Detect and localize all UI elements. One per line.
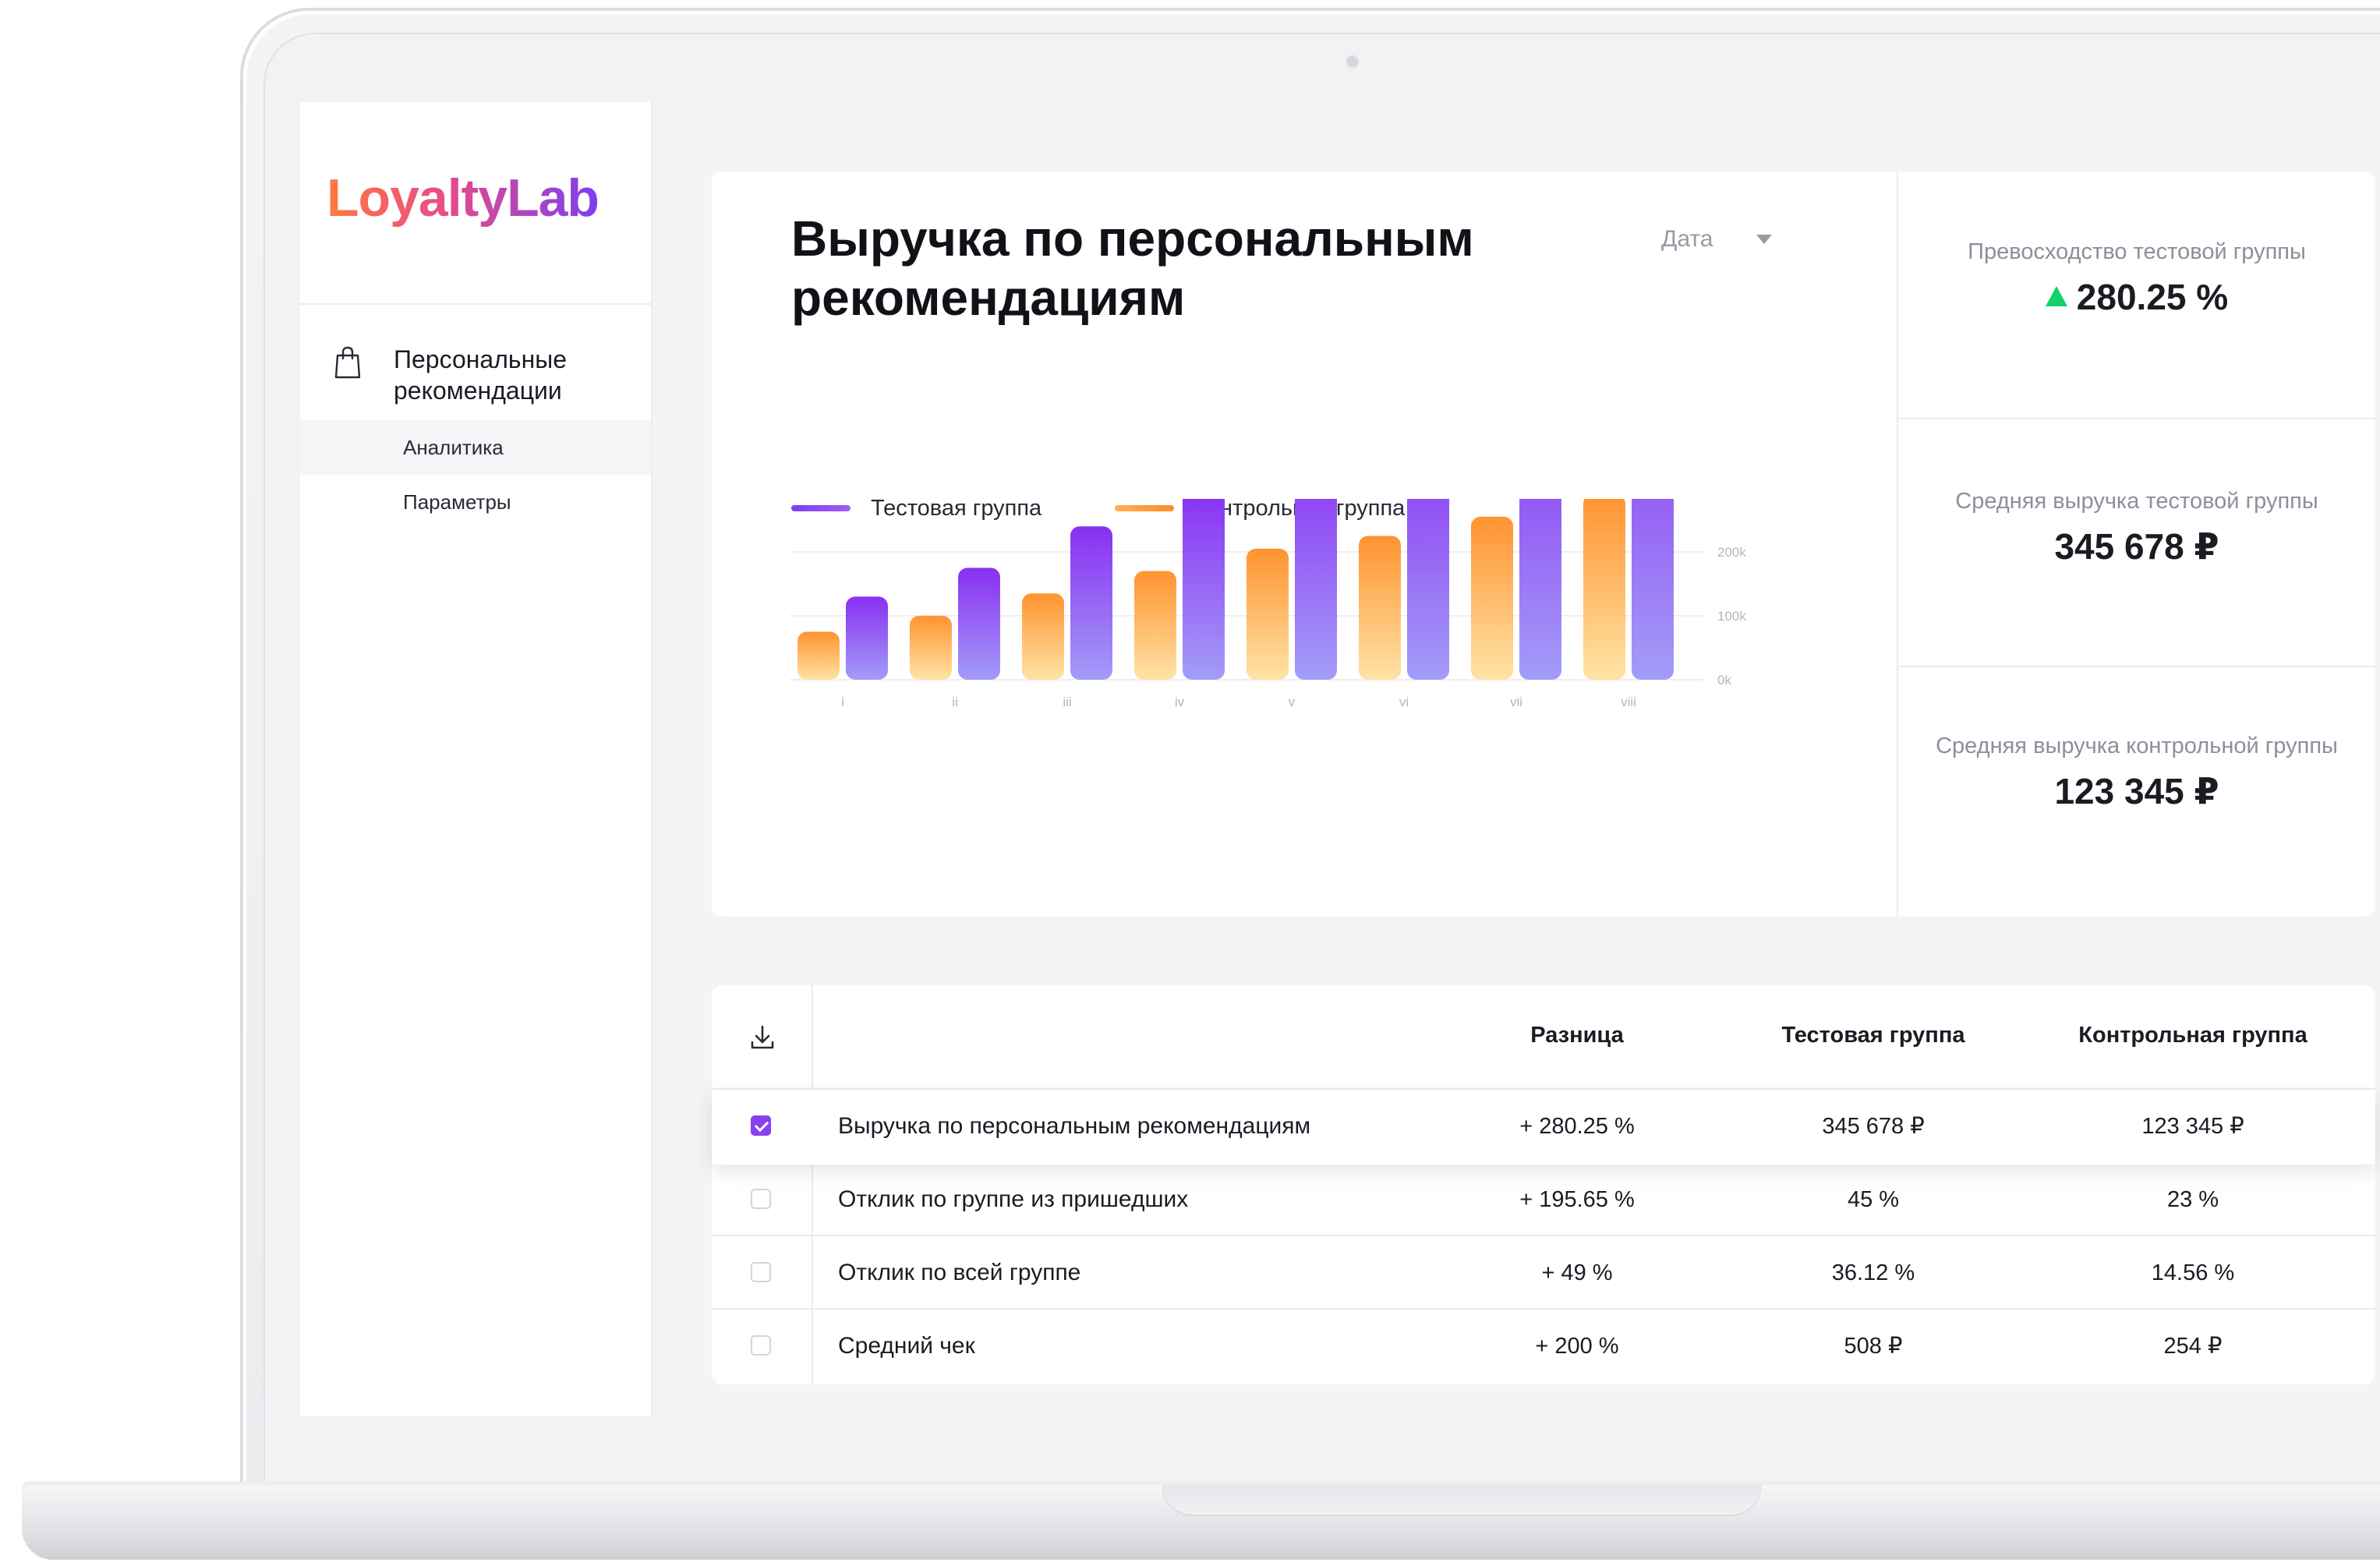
y-tick-label: 200k — [1717, 545, 1746, 560]
bar-control[interactable] — [1471, 516, 1513, 680]
bar-test[interactable] — [958, 567, 1000, 680]
stat-superiority-value: 280.25 % — [2076, 277, 2229, 317]
bar-test[interactable] — [1070, 526, 1112, 680]
row-checkbox[interactable] — [751, 1189, 771, 1209]
bar-test[interactable] — [1519, 499, 1561, 680]
download-icon[interactable] — [749, 1024, 776, 1051]
cell-diff: + 200 % — [1535, 1334, 1619, 1359]
row-name: Отклик по группе из пришедших — [838, 1186, 1189, 1212]
laptop-opening-notch — [1162, 1485, 1762, 1516]
cell-diff: + 195.65 % — [1519, 1187, 1635, 1212]
x-tick-label: i — [841, 695, 844, 709]
x-tick-label: vi — [1399, 695, 1409, 709]
stat-avg-test-label: Средняя выручка тестовой группы — [1955, 489, 2318, 514]
sidebar-item-parameters[interactable]: Параметры — [300, 475, 651, 529]
cell-control: 14.56 % — [2151, 1260, 2235, 1285]
bar-test[interactable] — [1632, 499, 1674, 680]
bar-test[interactable] — [1183, 499, 1225, 680]
stat-avg-control: Средняя выручка контрольной группы 123 3… — [1898, 731, 2375, 812]
stat-superiority-value-wrap: 280.25 % — [1898, 276, 2375, 318]
cell-diff: + 49 % — [1541, 1260, 1613, 1285]
cell-test: 36.12 % — [1831, 1260, 1915, 1285]
sidebar-section-title: Персональные рекомендации — [394, 345, 568, 405]
bar-test[interactable] — [1295, 499, 1337, 680]
date-filter-dropdown[interactable]: Дата — [1661, 226, 1713, 253]
table-row[interactable]: Отклик по всей группе + 49 % 36.12 % 14.… — [712, 1236, 2375, 1310]
cell-control: 123 345 ₽ — [2141, 1114, 2244, 1139]
stat-avg-control-value: 123 345 ₽ — [2054, 771, 2219, 811]
cell-test: 45 % — [1847, 1187, 1900, 1212]
bar-control[interactable] — [1359, 536, 1401, 680]
y-tick-label: 100k — [1717, 609, 1746, 624]
x-tick-label: viii — [1621, 695, 1636, 709]
cell-test: 345 678 ₽ — [1822, 1114, 1925, 1139]
row-checkbox[interactable] — [751, 1115, 771, 1136]
column-header-test[interactable]: Тестовая группа — [1772, 1023, 1975, 1048]
row-name: Средний чек — [838, 1333, 975, 1359]
row-name: Отклик по всей группе — [838, 1260, 1081, 1285]
stats-row-divider — [1898, 418, 2375, 419]
app-screen: LoyaltyLab Персональные рекомендации Ана… — [300, 102, 2380, 1416]
x-tick-label: v — [1289, 695, 1296, 709]
bar-control[interactable] — [797, 631, 840, 680]
x-tick-label: ii — [952, 695, 958, 709]
cell-test: 508 ₽ — [1844, 1334, 1903, 1359]
table-row[interactable]: Выручка по персональным рекомендациям + … — [712, 1090, 2375, 1165]
bar-test[interactable] — [846, 596, 888, 680]
x-tick-label: vii — [1510, 695, 1522, 709]
row-name: Выручка по персональным рекомендациям — [838, 1113, 1311, 1139]
row-checkbox[interactable] — [751, 1262, 771, 1282]
stat-superiority: Превосходство тестовой группы 280.25 % — [1898, 237, 2375, 318]
x-tick-label: iii — [1063, 695, 1071, 709]
y-tick-label: 0k — [1717, 673, 1731, 688]
cell-control: 23 % — [2166, 1187, 2219, 1212]
bar-control[interactable] — [910, 616, 952, 680]
revenue-chart-card: Выручка по персональным рекомендациям Да… — [712, 171, 2375, 917]
bar-control[interactable] — [1134, 571, 1176, 680]
app-logo[interactable]: LoyaltyLab — [327, 168, 599, 228]
column-header-diff[interactable]: Разница — [1491, 1023, 1663, 1048]
cell-control: 254 ₽ — [2163, 1334, 2223, 1359]
column-header-control[interactable]: Контрольная группа — [2068, 1023, 2318, 1048]
sidebar: LoyaltyLab Персональные рекомендации Ана… — [300, 102, 652, 1416]
bar-control[interactable] — [1583, 499, 1625, 680]
revenue-bar-chart: 0k100k200k300k400k500k600k iiiiiiivvvivi… — [790, 499, 1746, 709]
bar-control[interactable] — [1022, 593, 1064, 680]
table-row[interactable]: Отклик по группе из пришедших + 195.65 %… — [712, 1163, 2375, 1236]
x-tick-label: iv — [1175, 695, 1185, 709]
row-checkbox[interactable] — [751, 1335, 771, 1356]
stat-avg-test: Средняя выручка тестовой группы 345 678 … — [1898, 486, 2375, 567]
metrics-table: Разница Тестовая группа Контрольная груп… — [712, 985, 2375, 1384]
chart-card-title: Выручка по персональным рекомендациям — [791, 210, 1474, 326]
stat-avg-control-label: Средняя выручка контрольной группы — [1936, 734, 2338, 758]
table-row[interactable]: Средний чек + 200 % 508 ₽ 254 ₽ — [712, 1310, 2375, 1383]
chevron-down-icon[interactable] — [1756, 235, 1772, 244]
trend-up-icon — [2045, 286, 2067, 306]
shopping-bag-icon — [334, 346, 361, 379]
sidebar-divider — [300, 303, 651, 305]
stat-avg-test-value: 345 678 ₽ — [2054, 526, 2219, 567]
webcam — [1346, 55, 1360, 69]
cell-diff: + 280.25 % — [1519, 1114, 1635, 1139]
stats-row-divider — [1898, 666, 2375, 667]
sidebar-item-analytics[interactable]: Аналитика — [300, 420, 651, 475]
bar-control[interactable] — [1247, 548, 1289, 680]
bar-test[interactable] — [1407, 499, 1449, 680]
stat-superiority-label: Превосходство тестовой группы — [1968, 239, 2306, 264]
